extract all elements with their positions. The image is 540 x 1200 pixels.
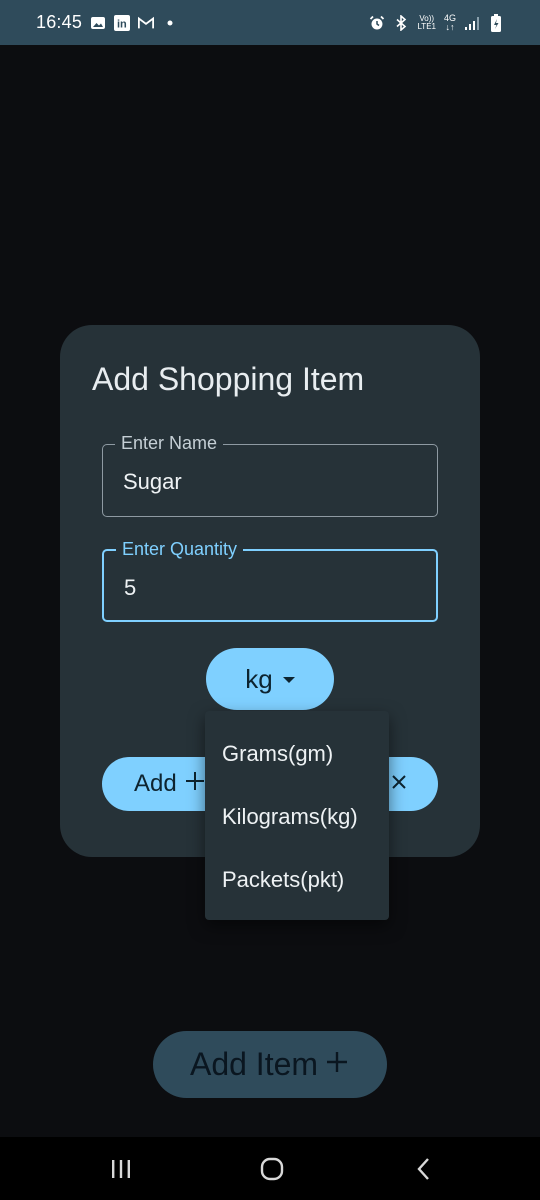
dropdown-item-grams[interactable]: Grams(gm) bbox=[222, 741, 333, 767]
navigation-bar bbox=[0, 1137, 540, 1200]
home-icon[interactable] bbox=[258, 1155, 286, 1183]
dialog-title: Add Shopping Item bbox=[92, 361, 365, 397]
alarm-icon bbox=[369, 15, 385, 31]
signal-icon bbox=[464, 15, 480, 31]
close-icon bbox=[390, 770, 408, 798]
volte-icon: Vo)) LTE1 bbox=[417, 14, 436, 31]
quantity-field[interactable]: Enter Quantity 5 bbox=[102, 539, 438, 622]
unit-select-button[interactable]: kg bbox=[206, 648, 334, 710]
dropdown-item-kilograms[interactable]: Kilograms(kg) bbox=[222, 804, 358, 830]
name-field-label: Enter Name bbox=[115, 433, 224, 454]
name-input[interactable]: Sugar bbox=[123, 469, 182, 495]
battery-icon bbox=[488, 13, 504, 32]
name-field[interactable]: Enter Name Sugar bbox=[102, 433, 438, 517]
add-button-label: Add bbox=[134, 770, 177, 797]
unit-select-value: kg bbox=[245, 663, 273, 694]
linkedin-icon: in bbox=[114, 14, 131, 31]
recent-apps-icon[interactable] bbox=[107, 1155, 135, 1183]
gallery-icon bbox=[90, 15, 106, 31]
status-bar: 16:45 in Vo)) LTE1 4G ↓↑ bbox=[0, 0, 540, 45]
add-item-label: Add Item bbox=[189, 1046, 319, 1082]
volte-bottom: LTE1 bbox=[417, 21, 436, 31]
unit-dropdown-menu: Grams(gm) Kilograms(kg) Packets(pkt) bbox=[205, 711, 389, 920]
plus-icon bbox=[324, 1046, 350, 1083]
back-icon[interactable] bbox=[410, 1155, 438, 1183]
network-arrows: ↓↑ bbox=[445, 21, 455, 32]
svg-text:in: in bbox=[117, 18, 127, 30]
bluetooth-icon bbox=[393, 14, 409, 31]
add-item-button[interactable]: Add Item bbox=[153, 1031, 387, 1098]
network-4g-icon: 4G ↓↑ bbox=[444, 13, 456, 32]
plus-icon bbox=[185, 770, 205, 798]
status-left: 16:45 in bbox=[36, 0, 178, 45]
status-time: 16:45 bbox=[36, 12, 83, 32]
dot-icon bbox=[162, 15, 178, 31]
status-right: Vo)) LTE1 4G ↓↑ bbox=[369, 0, 504, 45]
caret-down-icon bbox=[282, 677, 295, 683]
dropdown-item-packets[interactable]: Packets(pkt) bbox=[222, 867, 344, 893]
quantity-field-label: Enter Quantity bbox=[116, 539, 244, 560]
gmail-icon bbox=[138, 15, 155, 31]
quantity-input[interactable]: 5 bbox=[124, 575, 136, 601]
